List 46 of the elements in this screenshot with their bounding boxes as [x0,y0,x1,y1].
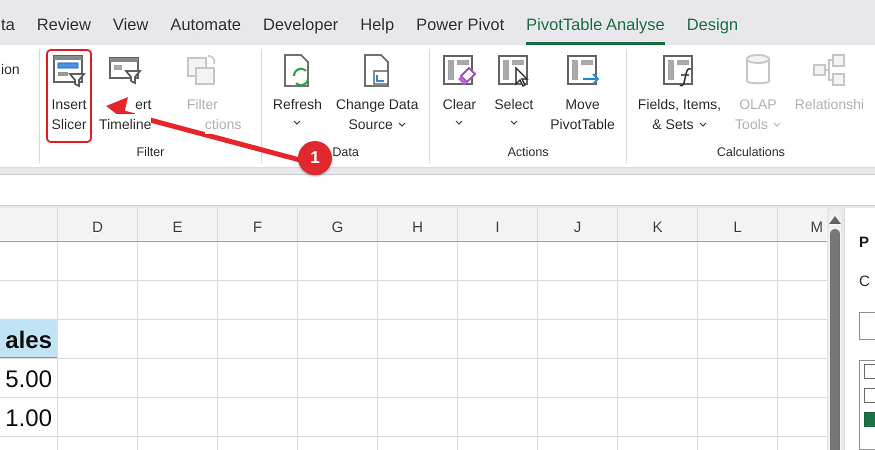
column-header[interactable]: K [652,219,662,236]
field-checkbox[interactable] [864,412,875,427]
relationships-icon [811,52,848,88]
ribbon-button-label[interactable]: ion [1,61,20,77]
ribbon-button[interactable]: Refresh [268,49,327,143]
table-cell-text: 1.00 [4,404,53,434]
vertical-scrollbar[interactable] [829,208,841,450]
slicer-icon [51,52,88,88]
column-header[interactable]: J [574,219,582,236]
column-header[interactable]: M [810,219,823,236]
ribbon-tab[interactable]: Help [360,0,394,45]
header-cell: ales [0,320,57,358]
cursor-icon [496,52,532,88]
pane-label: C [859,273,870,290]
scroll-up-icon[interactable] [829,216,841,224]
column-header[interactable]: F [252,219,262,236]
column-header[interactable]: H [412,219,423,236]
ribbon-button[interactable]: Fields, Items, & Sets [632,49,726,143]
group-label: Actions [508,145,549,159]
ribbon-button[interactable]: ert Timeline [94,49,156,143]
field-checkbox[interactable] [864,388,875,403]
ribbon-tab[interactable]: Developer [262,0,338,45]
ribbon-tab[interactable]: Automate [170,0,241,45]
ribbon-button[interactable]: Move PivotTable [545,49,620,143]
column-header[interactable]: E [172,219,182,236]
field-checkbox[interactable] [864,364,875,379]
ribbon-tab[interactable]: Power Pivot [416,0,504,45]
column-header[interactable]: L [733,219,742,236]
table-cell-text: 5.00 [4,365,53,395]
ribbon-tab[interactable]: Review [36,0,91,45]
move-icon [564,52,600,88]
ribbon-tab[interactable]: Design [686,0,738,45]
ribbon-button[interactable]: Select [489,49,538,143]
ribbon-tab[interactable]: View [112,0,148,45]
ribbon-tab[interactable]: ta [1,0,15,45]
ribbon-button[interactable]: Clear [436,49,482,143]
eraser-icon [441,52,478,88]
group-label: Calculations [716,145,785,159]
pane-title: P [859,234,870,251]
column-header[interactable]: G [332,219,344,236]
column-header[interactable]: I [495,219,500,236]
ribbon-button[interactable]: Insert Slicer [46,49,92,143]
column-header[interactable]: D [92,219,103,236]
group-label: Data [332,145,359,159]
group-label: Filter [136,145,164,159]
ribbon-button[interactable]: Change Data Source [330,49,424,143]
